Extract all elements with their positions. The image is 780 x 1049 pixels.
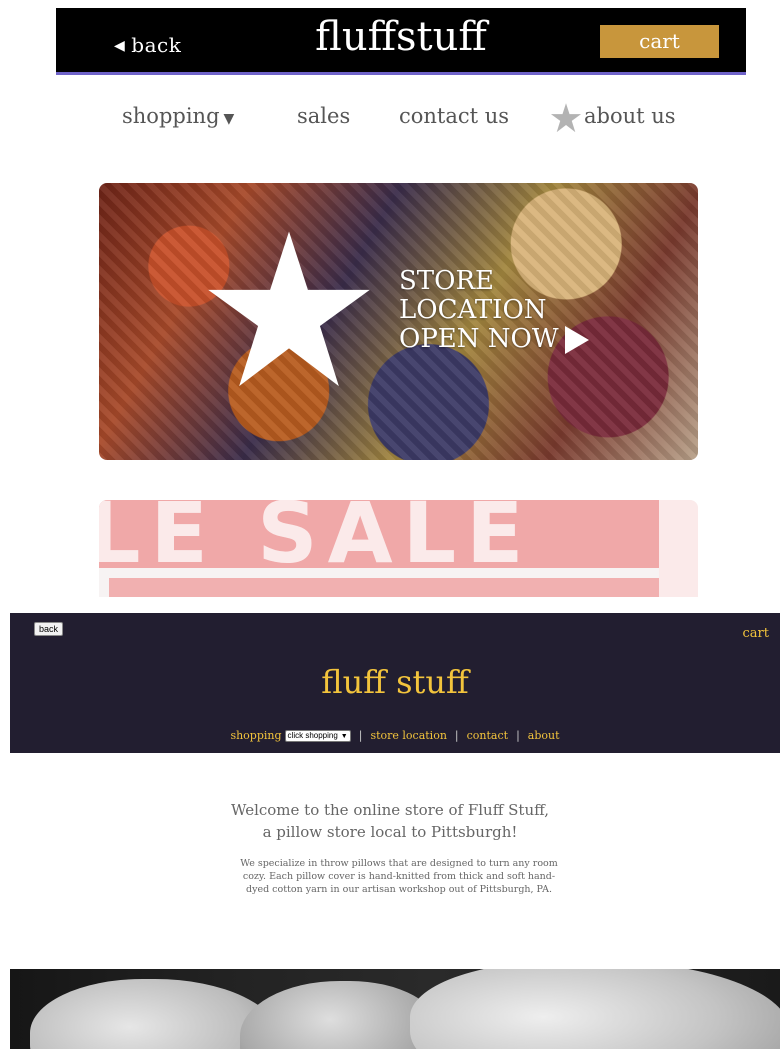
nav-divider: | bbox=[358, 729, 363, 742]
hero-line: STORE bbox=[399, 266, 495, 296]
shopping-select[interactable]: click shopping ▼ bbox=[284, 730, 351, 742]
back-button[interactable]: back bbox=[34, 622, 63, 636]
nav-item-store-location[interactable]: store location bbox=[370, 729, 446, 742]
cart-link[interactable]: cart bbox=[743, 626, 769, 641]
sale-banner-text: LE SALE bbox=[99, 500, 534, 582]
intro-paragraph: We specialize in throw pillows that are … bbox=[240, 858, 558, 895]
cart-button[interactable]: cart bbox=[600, 25, 719, 58]
nav-item-shopping[interactable]: shopping ▼ bbox=[122, 104, 234, 128]
welcome-heading: Welcome to the online store of Fluff Stu… bbox=[0, 799, 780, 843]
nav-item-shopping[interactable]: shopping bbox=[230, 729, 281, 742]
pillow-shape bbox=[410, 969, 780, 1049]
site-logo[interactable]: fluff stuff bbox=[10, 663, 780, 701]
sale-band bbox=[109, 578, 669, 597]
nav-label: shopping bbox=[122, 104, 220, 128]
mockup-desktop-v1: ◀ back fluffstuff cart shopping ▼ sales co… bbox=[0, 0, 780, 603]
hero-headline: STORE LOCATION OPEN NOW bbox=[399, 267, 559, 354]
nav-item-sales[interactable]: sales bbox=[297, 104, 350, 128]
chevron-down-icon: ▼ bbox=[340, 733, 348, 740]
pillows-photo bbox=[10, 969, 780, 1049]
sale-banner[interactable]: LE SALE bbox=[99, 500, 698, 597]
main-nav: shopping ▼ sales contact us about us bbox=[0, 100, 780, 140]
play-icon[interactable] bbox=[565, 326, 589, 354]
nav-item-about[interactable]: about bbox=[528, 729, 560, 742]
nav-divider: | bbox=[454, 729, 459, 742]
star-icon bbox=[208, 231, 370, 387]
hero-line: LOCATION bbox=[399, 295, 547, 325]
nav-item-contact[interactable]: contact bbox=[467, 729, 508, 742]
caret-down-icon: ▼ bbox=[223, 111, 235, 127]
mockup-desktop-v2: back cart fluff stuff shopping click shop… bbox=[0, 603, 780, 1049]
hero-line: OPEN NOW bbox=[399, 324, 559, 354]
star-icon bbox=[550, 103, 582, 133]
sale-edge bbox=[659, 500, 698, 597]
welcome-line: Welcome to the online store of Fluff Stu… bbox=[231, 801, 549, 819]
site-header: back cart fluff stuff shopping click shop… bbox=[10, 613, 780, 753]
nav-item-contact[interactable]: contact us bbox=[399, 104, 509, 128]
nav-divider: | bbox=[516, 729, 520, 742]
welcome-line: a pillow store local to Pittsburgh! bbox=[262, 823, 518, 841]
main-nav: shopping click shopping ▼ | store location | c… bbox=[10, 729, 780, 742]
site-header: ◀ back fluffstuff cart bbox=[56, 8, 746, 75]
select-value: click shopping bbox=[287, 731, 338, 740]
store-location-banner[interactable]: STORE LOCATION OPEN NOW bbox=[99, 183, 698, 460]
nav-item-about[interactable]: about us bbox=[584, 104, 676, 128]
